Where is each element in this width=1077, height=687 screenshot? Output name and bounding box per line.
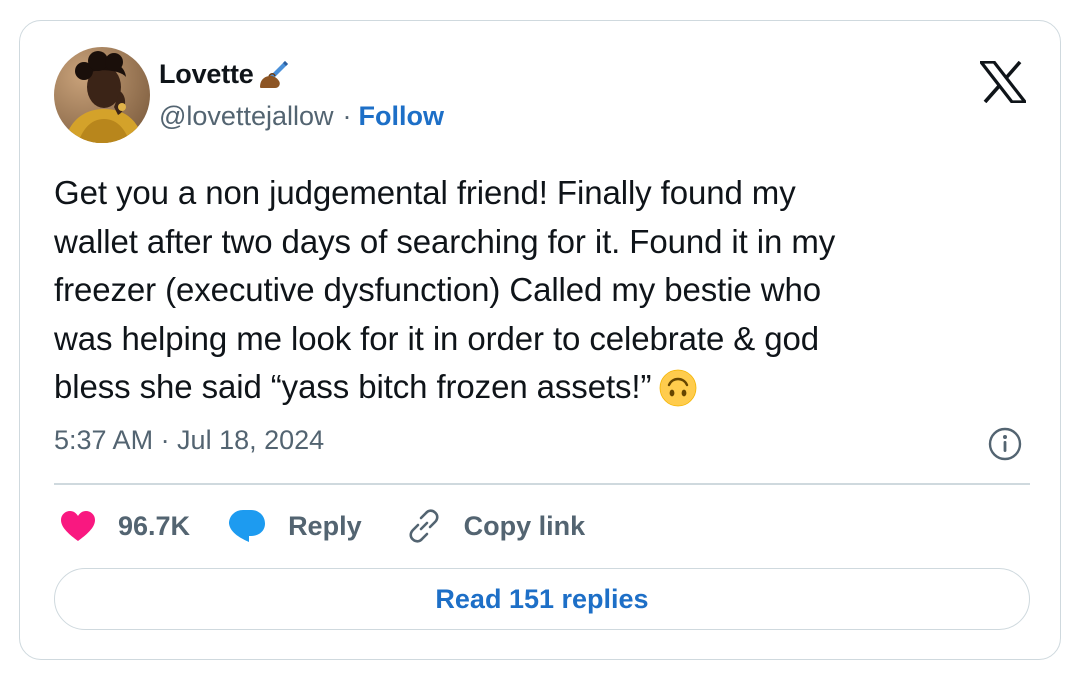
link-icon <box>406 508 442 544</box>
divider <box>54 483 1030 485</box>
reply-button[interactable]: Reply <box>228 509 362 543</box>
copy-link-label: Copy link <box>463 510 586 541</box>
avatar[interactable] <box>54 47 150 143</box>
tweet-body: Get you a non judgemental friend! Finall… <box>54 174 836 405</box>
info-icon[interactable] <box>987 426 1023 462</box>
upside-down-face-emoji-icon <box>659 369 697 421</box>
author-name-row: Lovette <box>159 57 291 91</box>
read-replies-label: Read 151 replies <box>435 583 649 614</box>
tweet-actions: 96.7K Reply Copy link <box>60 503 585 549</box>
like-count: 96.7K <box>118 510 191 541</box>
separator-dot: · <box>342 100 352 131</box>
tweet-card: Lovette @lovettejallow · Follow Get you … <box>19 20 1061 660</box>
copy-link-button[interactable]: Copy link <box>406 508 586 544</box>
like-button[interactable]: 96.7K <box>60 510 190 542</box>
speech-bubble-icon <box>228 509 266 543</box>
display-name[interactable]: Lovette <box>159 59 254 90</box>
reply-label: Reply <box>288 510 362 541</box>
writing-hand-emoji-icon <box>257 57 291 91</box>
x-logo-icon[interactable] <box>977 60 1029 104</box>
tweet-text: Get you a non judgemental friend! Finall… <box>54 169 1014 421</box>
tweet-timestamp[interactable]: 5:37 AM · Jul 18, 2024 <box>54 425 324 456</box>
follow-button[interactable]: Follow <box>359 101 444 132</box>
author-handle-row: @lovettejallow · Follow <box>159 99 444 133</box>
heart-icon <box>60 510 96 542</box>
author-handle[interactable]: @lovettejallow <box>159 101 334 132</box>
read-replies-button[interactable]: Read 151 replies <box>54 568 1030 630</box>
